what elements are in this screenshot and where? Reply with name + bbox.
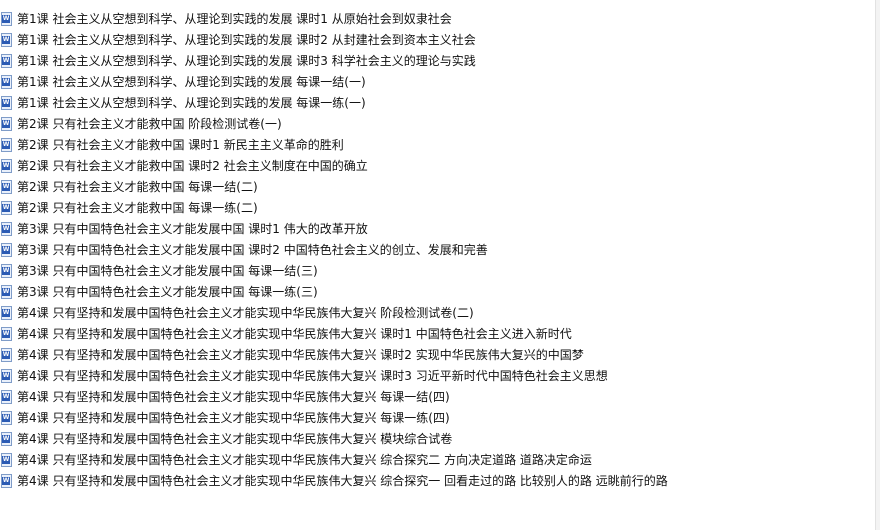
file-name: 第4课 只有坚持和发展中国特色社会主义才能实现中华民族伟大复兴 阶段检测试卷(二… bbox=[17, 305, 474, 320]
file-item[interactable]: 第4课 只有坚持和发展中国特色社会主义才能实现中华民族伟大复兴 综合探究二 方向… bbox=[0, 449, 876, 470]
word-document-icon bbox=[1, 95, 12, 110]
file-name: 第1课 社会主义从空想到科学、从理论到实践的发展 课时1 从原始社会到奴隶社会 bbox=[17, 11, 452, 26]
file-item[interactable]: 第3课 只有中国特色社会主义才能发展中国 课时1 伟大的改革开放 bbox=[0, 218, 876, 239]
file-explorer-pane: 第1课 社会主义从空想到科学、从理论到实践的发展 课时1 从原始社会到奴隶社会 … bbox=[0, 0, 880, 530]
file-name: 第4课 只有坚持和发展中国特色社会主义才能实现中华民族伟大复兴 每课一练(四) bbox=[17, 410, 450, 425]
file-item[interactable]: 第4课 只有坚持和发展中国特色社会主义才能实现中华民族伟大复兴 每课一练(四) bbox=[0, 407, 876, 428]
word-document-icon bbox=[1, 326, 12, 341]
file-item[interactable]: 第4课 只有坚持和发展中国特色社会主义才能实现中华民族伟大复兴 每课一结(四) bbox=[0, 386, 876, 407]
file-name: 第1课 社会主义从空想到科学、从理论到实践的发展 课时3 科学社会主义的理论与实… bbox=[17, 53, 476, 68]
file-name: 第1课 社会主义从空想到科学、从理论到实践的发展 每课一结(一) bbox=[17, 74, 366, 89]
vertical-scrollbar[interactable] bbox=[875, 0, 880, 530]
word-document-icon bbox=[1, 11, 12, 26]
file-item[interactable]: 第4课 只有坚持和发展中国特色社会主义才能实现中华民族伟大复兴 课时3 习近平新… bbox=[0, 365, 876, 386]
file-item[interactable]: 第3课 只有中国特色社会主义才能发展中国 每课一练(三) bbox=[0, 281, 876, 302]
file-item[interactable]: 第2课 只有社会主义才能救中国 每课一结(二) bbox=[0, 176, 876, 197]
file-item[interactable]: 第4课 只有坚持和发展中国特色社会主义才能实现中华民族伟大复兴 课时1 中国特色… bbox=[0, 323, 876, 344]
file-name: 第3课 只有中国特色社会主义才能发展中国 每课一练(三) bbox=[17, 284, 318, 299]
file-item[interactable]: 第2课 只有社会主义才能救中国 每课一练(二) bbox=[0, 197, 876, 218]
file-item[interactable]: 第4课 只有坚持和发展中国特色社会主义才能实现中华民族伟大复兴 模块综合试卷 bbox=[0, 428, 876, 449]
file-name: 第2课 只有社会主义才能救中国 每课一练(二) bbox=[17, 200, 258, 215]
word-document-icon bbox=[1, 116, 12, 131]
file-item[interactable]: 第2课 只有社会主义才能救中国 课时2 社会主义制度在中国的确立 bbox=[0, 155, 876, 176]
file-name: 第3课 只有中国特色社会主义才能发展中国 课时2 中国特色社会主义的创立、发展和… bbox=[17, 242, 488, 257]
word-document-icon bbox=[1, 179, 12, 194]
file-name: 第2课 只有社会主义才能救中国 阶段检测试卷(一) bbox=[17, 116, 282, 131]
file-name: 第4课 只有坚持和发展中国特色社会主义才能实现中华民族伟大复兴 课时1 中国特色… bbox=[17, 326, 572, 341]
word-document-icon bbox=[1, 53, 12, 68]
file-item[interactable]: 第2课 只有社会主义才能救中国 课时1 新民主主义革命的胜利 bbox=[0, 134, 876, 155]
file-item[interactable]: 第1课 社会主义从空想到科学、从理论到实践的发展 每课一练(一) bbox=[0, 92, 876, 113]
file-name: 第2课 只有社会主义才能救中国 课时2 社会主义制度在中国的确立 bbox=[17, 158, 368, 173]
file-name: 第3课 只有中国特色社会主义才能发展中国 课时1 伟大的改革开放 bbox=[17, 221, 368, 236]
word-document-icon bbox=[1, 242, 12, 257]
file-name: 第1课 社会主义从空想到科学、从理论到实践的发展 每课一练(一) bbox=[17, 95, 366, 110]
word-document-icon bbox=[1, 431, 12, 446]
word-document-icon bbox=[1, 263, 12, 278]
file-list: 第1课 社会主义从空想到科学、从理论到实践的发展 课时1 从原始社会到奴隶社会 … bbox=[0, 8, 876, 491]
file-name: 第4课 只有坚持和发展中国特色社会主义才能实现中华民族伟大复兴 综合探究一 回看… bbox=[17, 473, 668, 488]
file-name: 第4课 只有坚持和发展中国特色社会主义才能实现中华民族伟大复兴 每课一结(四) bbox=[17, 389, 450, 404]
file-item[interactable]: 第4课 只有坚持和发展中国特色社会主义才能实现中华民族伟大复兴 课时2 实现中华… bbox=[0, 344, 876, 365]
file-item[interactable]: 第2课 只有社会主义才能救中国 阶段检测试卷(一) bbox=[0, 113, 876, 134]
file-name: 第4课 只有坚持和发展中国特色社会主义才能实现中华民族伟大复兴 综合探究二 方向… bbox=[17, 452, 592, 467]
file-item[interactable]: 第1课 社会主义从空想到科学、从理论到实践的发展 课时2 从封建社会到资本主义社… bbox=[0, 29, 876, 50]
file-name: 第4课 只有坚持和发展中国特色社会主义才能实现中华民族伟大复兴 模块综合试卷 bbox=[17, 431, 453, 446]
file-name: 第2课 只有社会主义才能救中国 每课一结(二) bbox=[17, 179, 258, 194]
file-name: 第3课 只有中国特色社会主义才能发展中国 每课一结(三) bbox=[17, 263, 318, 278]
file-item[interactable]: 第3课 只有中国特色社会主义才能发展中国 课时2 中国特色社会主义的创立、发展和… bbox=[0, 239, 876, 260]
word-document-icon bbox=[1, 410, 12, 425]
word-document-icon bbox=[1, 284, 12, 299]
word-document-icon bbox=[1, 221, 12, 236]
word-document-icon bbox=[1, 137, 12, 152]
word-document-icon bbox=[1, 347, 12, 362]
word-document-icon bbox=[1, 473, 12, 488]
file-item[interactable]: 第1课 社会主义从空想到科学、从理论到实践的发展 课时3 科学社会主义的理论与实… bbox=[0, 50, 876, 71]
word-document-icon bbox=[1, 32, 12, 47]
word-document-icon bbox=[1, 158, 12, 173]
file-item[interactable]: 第4课 只有坚持和发展中国特色社会主义才能实现中华民族伟大复兴 阶段检测试卷(二… bbox=[0, 302, 876, 323]
file-item[interactable]: 第3课 只有中国特色社会主义才能发展中国 每课一结(三) bbox=[0, 260, 876, 281]
file-item[interactable]: 第4课 只有坚持和发展中国特色社会主义才能实现中华民族伟大复兴 综合探究一 回看… bbox=[0, 470, 876, 491]
word-document-icon bbox=[1, 368, 12, 383]
file-name: 第4课 只有坚持和发展中国特色社会主义才能实现中华民族伟大复兴 课时3 习近平新… bbox=[17, 368, 608, 383]
word-document-icon bbox=[1, 74, 12, 89]
word-document-icon bbox=[1, 389, 12, 404]
file-name: 第1课 社会主义从空想到科学、从理论到实践的发展 课时2 从封建社会到资本主义社… bbox=[17, 32, 476, 47]
word-document-icon bbox=[1, 200, 12, 215]
word-document-icon bbox=[1, 452, 12, 467]
file-name: 第4课 只有坚持和发展中国特色社会主义才能实现中华民族伟大复兴 课时2 实现中华… bbox=[17, 347, 584, 362]
file-item[interactable]: 第1课 社会主义从空想到科学、从理论到实践的发展 课时1 从原始社会到奴隶社会 bbox=[0, 8, 876, 29]
word-document-icon bbox=[1, 305, 12, 320]
file-item[interactable]: 第1课 社会主义从空想到科学、从理论到实践的发展 每课一结(一) bbox=[0, 71, 876, 92]
file-name: 第2课 只有社会主义才能救中国 课时1 新民主主义革命的胜利 bbox=[17, 137, 344, 152]
